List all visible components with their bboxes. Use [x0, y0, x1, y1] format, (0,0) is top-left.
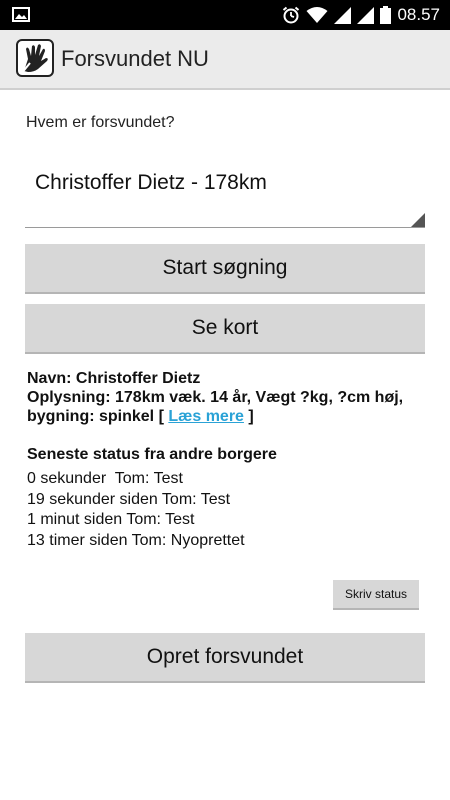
start-search-button[interactable]: Start søgning	[25, 244, 425, 294]
alarm-icon	[282, 6, 300, 24]
status-entry: 1 minut siden Tom: Test	[27, 511, 195, 528]
person-details: Oplysning: 178km væk. 14 år, Vægt ?kg, ?…	[27, 388, 427, 426]
status-entry: 13 timer siden Tom: Nyoprettet	[27, 531, 245, 549]
clock-time: 08.57	[397, 5, 440, 24]
details-close-bracket: ]	[243, 408, 254, 425]
status-bar: 08.57	[0, 0, 450, 30]
signal-icon	[357, 6, 375, 24]
question-label: Hvem er forsvundet?	[26, 114, 175, 131]
dropdown-arrow-icon	[411, 213, 425, 227]
hand-logo-icon	[16, 39, 54, 77]
missing-person-dropdown[interactable]: Christoffer Dietz - 178km	[25, 158, 425, 228]
selected-person-value: Christoffer Dietz - 178km	[35, 171, 267, 194]
status-entry: 0 sekunder Tom: Test	[27, 470, 183, 487]
create-missing-button[interactable]: Opret forsvundet	[25, 633, 425, 683]
signal-icon	[334, 6, 352, 24]
battery-icon	[380, 6, 392, 24]
image-icon	[12, 7, 30, 22]
read-more-link[interactable]: Læs mere	[168, 408, 244, 425]
write-status-button[interactable]: Skriv status	[333, 580, 419, 610]
status-entry: 19 sekunder siden Tom: Test	[27, 490, 231, 508]
wifi-icon	[306, 6, 328, 24]
person-info: Navn: Christoffer Dietz Oplysning: 178km…	[27, 369, 427, 426]
status-heading: Seneste status fra andre borgere	[27, 446, 277, 463]
app-bar: Forsvundet NU	[0, 30, 450, 90]
person-name: Navn: Christoffer Dietz	[27, 370, 201, 387]
see-map-button[interactable]: Se kort	[25, 304, 425, 354]
status-list: 0 sekunder Tom: Test 19 sekunder siden T…	[27, 469, 245, 551]
app-title: Forsvundet NU	[61, 46, 209, 71]
